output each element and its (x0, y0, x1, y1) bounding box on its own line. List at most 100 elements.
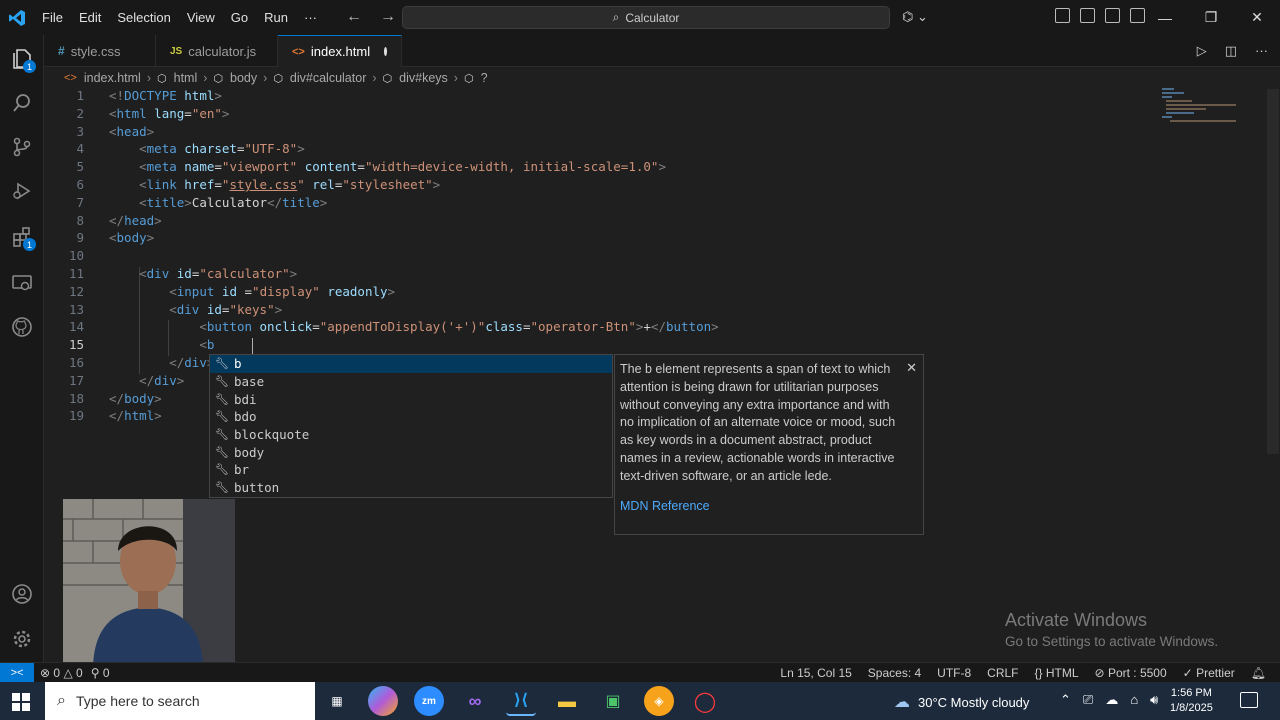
close-icon[interactable]: ✕ (906, 359, 917, 377)
code-line[interactable]: 5 <meta name="viewport" content="width=d… (44, 158, 1264, 176)
suggestion-item[interactable]: 🔧︎ button (210, 479, 612, 497)
menu-view[interactable]: View (179, 0, 223, 35)
forward-arrow-icon[interactable]: → (380, 8, 396, 26)
onedrive-icon[interactable]: ☁ (1105, 692, 1118, 708)
suggestion-item[interactable]: 🔧︎ bdi (210, 390, 612, 408)
suggestion-item[interactable]: 🔧︎ b (210, 355, 612, 373)
menu-go[interactable]: Go (223, 0, 256, 35)
vscode-taskbar-icon[interactable]: ⟩⟨ (506, 686, 536, 716)
zoom-app-icon[interactable]: zm (414, 686, 444, 716)
remote-indicator-icon[interactable]: >< (0, 663, 34, 683)
suggestion-item[interactable]: 🔧︎ bdo (210, 408, 612, 426)
warning-count: 0 (76, 666, 83, 680)
code-line[interactable]: 6 <link href="style.css" rel="stylesheet… (44, 176, 1264, 194)
menu-more[interactable]: ··· (296, 0, 325, 35)
weather-text: 30°C Mostly cloudy (918, 694, 1030, 710)
github-icon[interactable] (8, 313, 36, 341)
extensions-icon[interactable]: 1 (8, 223, 36, 251)
copilot-icon[interactable]: ⌬ ⌄ (902, 9, 928, 25)
notifications-bell-icon[interactable]: 🔔︎ (1251, 666, 1266, 680)
property-wrench-icon: 🔧︎ (215, 463, 229, 477)
code-line[interactable]: 12 <input id ="display" readonly> (44, 283, 1264, 301)
tab-calculator-js[interactable]: JS calculator.js (156, 35, 278, 67)
vlc-icon[interactable]: ◈ (644, 686, 674, 716)
suggestion-item[interactable]: 🔧︎ blockquote (210, 426, 612, 444)
code-line[interactable]: 1 <!DOCTYPE html> (44, 87, 1264, 105)
more-actions-icon[interactable]: ··· (1255, 43, 1268, 59)
remote-explorer-icon[interactable] (8, 269, 36, 297)
meet-icon[interactable]: ⎚ (1083, 692, 1093, 708)
source-control-icon[interactable] (8, 133, 36, 161)
vertical-scrollbar[interactable] (1267, 89, 1279, 454)
suggestion-item[interactable]: 🔧︎ br (210, 461, 612, 479)
encoding[interactable]: UTF-8 (937, 666, 971, 680)
code-line[interactable]: 8 </head> (44, 212, 1264, 230)
minimap[interactable] (1160, 88, 1250, 124)
indentation[interactable]: Spaces: 4 (868, 666, 921, 680)
breadcrumb-item[interactable]: index.html (84, 71, 141, 85)
menu-edit[interactable]: Edit (71, 0, 109, 35)
ports-indicator[interactable]: ⚲ 0 (91, 666, 110, 680)
unsaved-dot-icon[interactable] (384, 47, 387, 56)
live-server-port[interactable]: ⊘ Port : 5500 (1095, 666, 1167, 680)
menu-run[interactable]: Run (256, 0, 296, 35)
visual-studio-icon[interactable]: ∞ (460, 686, 490, 716)
menu-file[interactable]: File (34, 0, 71, 35)
taskbar-clock[interactable]: 1:56 PM 1/8/2025 (1170, 686, 1213, 716)
split-editor-icon[interactable]: ◫ (1225, 43, 1237, 59)
code-line[interactable]: 3 <head> (44, 123, 1264, 141)
breadcrumb-item[interactable]: body (230, 71, 257, 85)
accounts-icon[interactable] (8, 580, 36, 608)
language-mode[interactable]: {} HTML (1035, 666, 1079, 680)
restore-icon[interactable]: ❐ (1188, 0, 1234, 35)
taskbar-search-box[interactable]: ⌕ Type here to search (45, 682, 315, 720)
volume-icon[interactable]: 🔊︎ (1150, 692, 1158, 708)
search-icon[interactable] (8, 89, 36, 117)
breadcrumb-item[interactable]: div#calculator (290, 71, 366, 85)
copilot-app-icon[interactable] (368, 686, 398, 716)
code-line[interactable]: 7 <title>Calculator</title> (44, 194, 1264, 212)
toggle-panel-icon[interactable] (1105, 8, 1120, 23)
code-line[interactable]: 13 <div id="keys"> (44, 301, 1264, 319)
toggle-primary-sidebar-icon[interactable] (1080, 8, 1095, 23)
windows-start-icon[interactable] (12, 693, 30, 716)
breadcrumb-item[interactable]: ? (481, 71, 488, 85)
photos-app-icon[interactable]: ▣ (598, 686, 628, 716)
end-of-line[interactable]: CRLF (987, 666, 1018, 680)
notification-center-icon[interactable] (1240, 692, 1258, 708)
suggestion-item[interactable]: 🔧︎ body (210, 443, 612, 461)
run-icon[interactable]: ▷ (1197, 43, 1207, 59)
command-center-search[interactable]: ⌕ Calculator (402, 6, 890, 29)
menu-selection[interactable]: Selection (109, 0, 178, 35)
file-explorer-icon[interactable]: ▬ (552, 686, 582, 716)
explorer-icon[interactable]: 1 (8, 45, 36, 73)
prettier-status[interactable]: ✓ Prettier (1183, 666, 1235, 680)
run-debug-icon[interactable] (8, 177, 36, 205)
network-icon[interactable]: ⌂ (1130, 692, 1138, 708)
mdn-reference-link[interactable]: MDN Reference (620, 498, 897, 516)
opera-icon[interactable]: ◯ (690, 686, 720, 716)
tab-index-html[interactable]: <> index.html (278, 35, 402, 67)
code-line[interactable]: 15 <b (44, 336, 1264, 354)
suggestion-item[interactable]: 🔧︎ base (210, 373, 612, 391)
code-line[interactable]: 2 <html lang="en"> (44, 105, 1264, 123)
cursor-position[interactable]: Ln 15, Col 15 (780, 666, 851, 680)
line-number: 4 (76, 141, 84, 157)
weather-widget[interactable]: ☁ 30°C Mostly cloudy (894, 692, 1029, 712)
minimize-icon[interactable]: — (1142, 0, 1188, 35)
code-line[interactable]: 14 <button onclick="appendToDisplay('+')… (44, 318, 1264, 336)
code-line[interactable]: 9 <body> (44, 229, 1264, 247)
back-arrow-icon[interactable]: ← (346, 8, 362, 26)
close-icon[interactable]: ✕ (1234, 0, 1280, 35)
breadcrumb-item[interactable]: html (174, 71, 198, 85)
task-view-icon[interactable]: ▦ (322, 686, 352, 716)
problems-indicator[interactable]: ⊗ 0 △ 0 (40, 666, 83, 680)
code-line[interactable]: 4 <meta charset="UTF-8"> (44, 140, 1264, 158)
code-line[interactable]: 11 <div id="calculator"> (44, 265, 1264, 283)
customize-layout-icon[interactable] (1055, 8, 1070, 23)
breadcrumb-item[interactable]: div#keys (399, 71, 448, 85)
code-line[interactable]: 10 (44, 247, 1264, 265)
chevron-up-icon[interactable]: ⌃ (1060, 692, 1071, 708)
tab-style-css[interactable]: # style.css (44, 35, 156, 67)
settings-gear-icon[interactable] (8, 625, 36, 653)
